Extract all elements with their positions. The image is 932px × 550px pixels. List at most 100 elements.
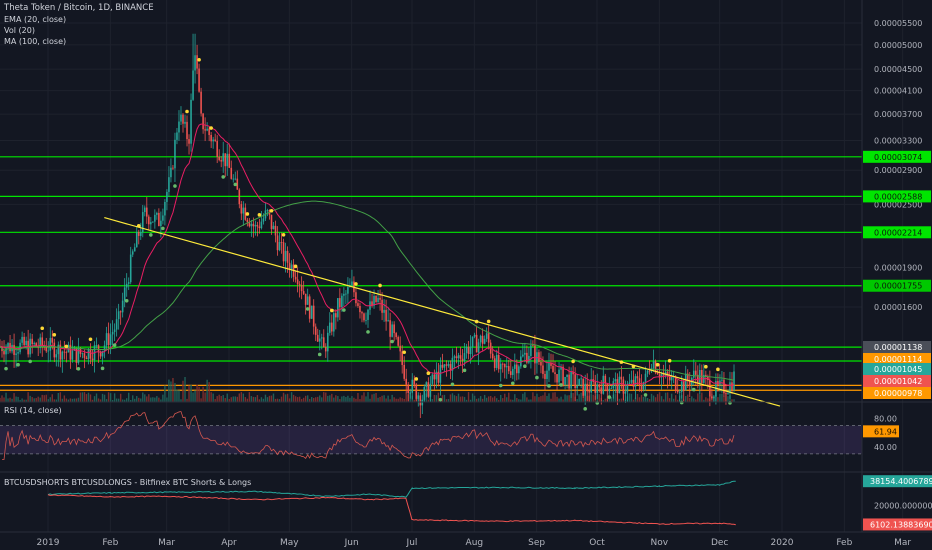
candle-body xyxy=(226,153,229,167)
volume-bar xyxy=(719,393,721,402)
volume-bar xyxy=(35,398,37,402)
volume-bar xyxy=(270,395,273,402)
volume-bar xyxy=(349,397,351,402)
candle-body xyxy=(483,338,486,344)
candle-body xyxy=(318,338,321,342)
candle-body xyxy=(15,353,17,355)
study-ema[interactable]: EMA (20, close) xyxy=(4,14,154,25)
signal-dot xyxy=(233,182,238,187)
candle-body xyxy=(286,250,289,263)
volume-bar xyxy=(636,393,639,402)
candle-body xyxy=(540,362,542,366)
candle-body xyxy=(156,212,158,215)
signal-dot xyxy=(583,407,587,411)
candle-body xyxy=(505,366,508,368)
volume-bar xyxy=(526,397,528,402)
candle-body xyxy=(670,376,673,381)
volume-bar xyxy=(568,395,570,402)
candle-body xyxy=(453,356,456,358)
candle-body xyxy=(620,376,623,380)
candle-body xyxy=(554,372,556,375)
volume-bar xyxy=(59,392,62,402)
candle-body xyxy=(176,132,178,140)
candle-body xyxy=(678,391,681,393)
volume-bar xyxy=(140,398,142,402)
candle-body xyxy=(298,284,301,286)
volume-bar xyxy=(315,397,317,402)
candle-body xyxy=(196,55,198,69)
volume-bar xyxy=(33,398,35,402)
candle-body xyxy=(322,337,325,348)
signal-dot xyxy=(52,332,57,337)
volume-bar xyxy=(433,394,436,402)
volume-bar xyxy=(674,395,677,402)
volume-bar xyxy=(646,397,649,402)
signal-dot xyxy=(64,344,69,349)
candle-body xyxy=(514,364,516,369)
candle-body xyxy=(518,366,520,374)
rsi-pane[interactable] xyxy=(0,411,862,460)
candle-body xyxy=(178,121,180,133)
candle-body xyxy=(133,247,136,252)
candle-body xyxy=(648,370,651,372)
volume-bar xyxy=(552,392,554,402)
candle-body xyxy=(652,361,655,369)
volume-bar xyxy=(93,396,96,402)
volume-bar xyxy=(41,394,43,402)
chart-canvas[interactable]: 2019 Feb Mar Apr May Jun Jul Aug Sep Oct Nov Dec 202… xyxy=(0,0,932,550)
volume-bar xyxy=(463,396,466,402)
volume-bar xyxy=(294,396,297,402)
volume-bar xyxy=(101,393,104,402)
candle-body xyxy=(190,99,192,144)
candle-body xyxy=(381,299,383,313)
candle-body xyxy=(357,303,359,306)
candle-body xyxy=(544,373,546,379)
volume-bar xyxy=(238,393,241,402)
signal-dot xyxy=(378,283,382,288)
study-ma[interactable]: MA (100, close) xyxy=(4,36,154,47)
candle-body xyxy=(463,353,466,361)
volume-bar xyxy=(304,395,307,402)
volume-bar xyxy=(487,396,490,402)
candle-body xyxy=(614,379,617,382)
candle-body xyxy=(234,178,237,180)
candle-body xyxy=(509,371,512,375)
candle-body xyxy=(335,313,337,318)
volume-bar xyxy=(210,392,212,402)
candle-body xyxy=(618,376,621,394)
candle-body xyxy=(218,157,220,161)
x-tick-label: Sep xyxy=(528,538,545,548)
shorts-longs-legend[interactable]: BTCUSDSHORTS BTCUSDLONGS - Bitfinex BTC … xyxy=(4,477,251,488)
volume-bar xyxy=(250,396,253,402)
candle-body xyxy=(682,381,685,391)
volume-bar xyxy=(176,389,178,402)
candle-body xyxy=(427,382,430,397)
candle-body xyxy=(501,363,504,365)
candle-body xyxy=(636,376,639,379)
candle-body xyxy=(306,296,309,305)
candle-body xyxy=(160,220,162,227)
candle-body xyxy=(143,207,146,213)
candle-body xyxy=(103,345,106,352)
volume-bar xyxy=(685,396,687,402)
volume-bar xyxy=(256,395,259,402)
volume-bar xyxy=(9,397,11,402)
candle-body xyxy=(594,381,597,393)
candle-body xyxy=(415,384,418,399)
study-vol[interactable]: Vol (20) xyxy=(4,25,154,36)
candle-body xyxy=(91,358,94,361)
signal-dot xyxy=(535,375,539,380)
candle-body xyxy=(588,391,591,393)
signal-dot xyxy=(88,337,93,342)
volume-bar xyxy=(697,393,699,402)
volume-bar xyxy=(132,395,134,402)
x-tick-label: Apr xyxy=(221,538,237,548)
candle-body xyxy=(204,129,206,131)
longs-value-label: 38154.40067895 xyxy=(870,477,932,486)
signal-dot xyxy=(450,382,455,387)
candle-body xyxy=(180,114,182,122)
signal-dot xyxy=(559,383,563,387)
rsi-legend[interactable]: RSI (14, close) xyxy=(4,405,62,416)
candle-body xyxy=(459,355,462,359)
signal-dot xyxy=(209,126,213,130)
